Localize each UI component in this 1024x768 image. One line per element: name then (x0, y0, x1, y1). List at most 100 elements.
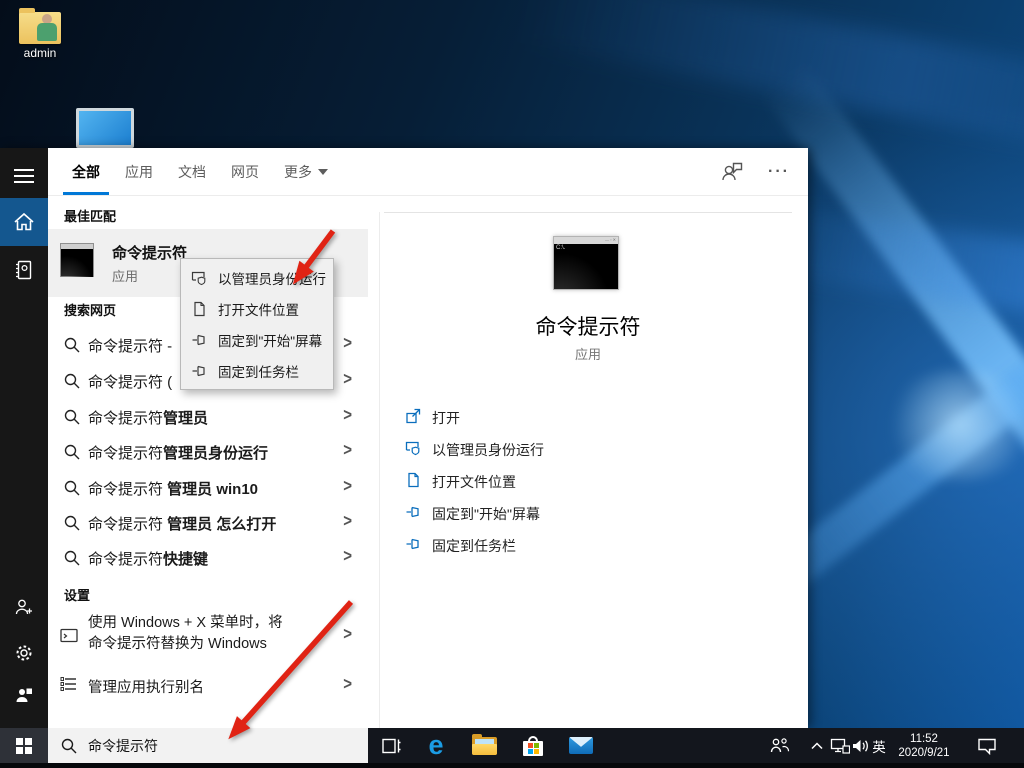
file-location-icon (191, 301, 207, 317)
people-icon (769, 737, 791, 754)
feedback-button[interactable] (0, 671, 48, 719)
file-location-icon (405, 472, 421, 488)
settings-result-row[interactable]: 管理应用执行别名 > (48, 668, 368, 704)
home-icon (13, 211, 35, 233)
mail-icon (569, 737, 593, 754)
store-button[interactable] (520, 728, 546, 763)
pin-icon (191, 332, 207, 348)
best-match-subtitle: 应用 (112, 266, 138, 285)
context-menu-run-as-admin[interactable]: 以管理员身份运行 (181, 262, 333, 293)
section-header-best-match: 最佳匹配 (64, 206, 116, 225)
search-icon (64, 550, 80, 566)
journal-button[interactable] (0, 246, 48, 294)
tab-all[interactable]: 全部 (72, 162, 100, 182)
panel-divider-vertical (379, 212, 380, 728)
search-icon (64, 337, 80, 353)
web-suggestion-row[interactable]: 命令提示符快捷键 > (48, 540, 368, 576)
file-explorer-icon (472, 737, 497, 755)
file-explorer-button[interactable] (471, 728, 497, 763)
tray-expand-button[interactable] (807, 728, 827, 763)
web-suggestion-row[interactable]: 命令提示符管理员身份运行 > (48, 434, 368, 470)
search-content: 全部 应用 文档 网页 更多 ··· (48, 148, 808, 728)
account-button[interactable] (0, 583, 48, 631)
admin-shield-icon (405, 440, 421, 456)
settings-button[interactable] (0, 629, 48, 677)
action-open[interactable]: 打开 (388, 400, 788, 432)
panel-divider-horizontal (384, 212, 792, 213)
search-icon (64, 444, 80, 460)
network-button[interactable] (829, 728, 851, 763)
date-text: 2020/9/21 (898, 746, 949, 760)
web-suggestion-row[interactable]: 命令提示符 管理员 怎么打开 > (48, 505, 368, 541)
web-suggestion-row[interactable]: 命令提示符 管理员 win10 > (48, 470, 368, 506)
preview-app-subtitle: 应用 (388, 344, 788, 363)
web-suggestion-row[interactable]: 命令提示符管理员 > (48, 399, 368, 435)
search-icon (64, 480, 80, 496)
notification-bubble-icon (977, 736, 997, 755)
chevron-right-icon[interactable]: > (343, 675, 352, 695)
ime-indicator[interactable]: 英 (869, 728, 889, 763)
section-header-settings: 设置 (64, 585, 90, 604)
action-run-as-admin[interactable]: 以管理员身份运行 (388, 432, 788, 464)
user-figure-icon (36, 14, 58, 42)
chevron-right-icon[interactable]: > (343, 625, 352, 645)
people-button[interactable] (768, 728, 792, 763)
action-center-button[interactable] (974, 728, 1000, 763)
taskbar-search-input[interactable]: 命令提示符 (48, 728, 368, 763)
desktop-icon-admin-folder[interactable]: admin (8, 12, 72, 60)
search-left-rail (0, 148, 48, 728)
open-icon (405, 408, 421, 424)
chevron-right-icon[interactable]: > (343, 406, 352, 426)
mail-button[interactable] (568, 728, 594, 763)
context-menu-open-file-location[interactable]: 打开文件位置 (181, 293, 333, 324)
preview-app-title: 命令提示符 (388, 311, 788, 341)
settings-result-text: 使用 Windows + X 菜单时，将 命令提示符替换为 Windows (88, 613, 283, 655)
chevron-right-icon[interactable]: > (343, 334, 352, 354)
action-open-file-location[interactable]: 打开文件位置 (388, 464, 788, 496)
action-pin-to-taskbar[interactable]: 固定到任务栏 (388, 528, 788, 560)
context-menu-pin-to-start[interactable]: 固定到"开始"屏幕 (181, 324, 333, 355)
search-icon (64, 515, 80, 531)
feedback-bubble-icon[interactable] (720, 159, 746, 185)
admin-shield-icon (191, 270, 207, 286)
console-window-icon (60, 628, 78, 643)
chevron-right-icon[interactable]: > (343, 477, 352, 497)
search-tabbar: 全部 应用 文档 网页 更多 ··· (48, 148, 808, 196)
chevron-right-icon[interactable]: > (343, 441, 352, 461)
chevron-right-icon[interactable]: > (343, 370, 352, 390)
time-text: 11:52 (910, 732, 938, 746)
menu-button[interactable] (0, 152, 48, 200)
home-button[interactable] (0, 198, 48, 246)
tab-more[interactable]: 更多 (284, 162, 328, 182)
pin-icon (405, 536, 421, 552)
settings-result-text: 管理应用执行别名 (88, 676, 204, 697)
gear-icon (14, 643, 34, 663)
command-prompt-icon (60, 243, 94, 277)
context-menu-pin-to-taskbar[interactable]: 固定到任务栏 (181, 355, 333, 386)
context-menu: 以管理员身份运行 打开文件位置 固定到"开始"屏幕 (180, 258, 334, 390)
network-icon (830, 737, 850, 754)
start-button[interactable] (0, 728, 48, 763)
search-icon (61, 738, 77, 754)
search-flyout-window: 全部 应用 文档 网页 更多 ··· (0, 148, 808, 728)
taskbar-bottom-edge (0, 763, 1024, 768)
store-icon (522, 736, 544, 756)
desktop-icon-this-pc[interactable] (76, 108, 134, 152)
journal-icon (14, 260, 34, 280)
folder-icon (19, 12, 61, 44)
chevron-up-icon (810, 741, 824, 751)
selected-tab-underline (63, 192, 109, 195)
chevron-right-icon[interactable]: > (343, 547, 352, 567)
settings-result-row[interactable]: 使用 Windows + X 菜单时，将 命令提示符替换为 Windows > (48, 610, 368, 662)
tab-web[interactable]: 网页 (231, 162, 259, 182)
tab-apps[interactable]: 应用 (125, 162, 153, 182)
task-view-icon (381, 737, 402, 755)
more-options-icon[interactable]: ··· (768, 163, 790, 181)
tab-documents[interactable]: 文档 (178, 162, 206, 182)
task-view-button[interactable] (378, 728, 404, 763)
clock[interactable]: 11:52 2020/9/21 (893, 728, 955, 763)
desktop-icon-label: admin (8, 46, 72, 60)
edge-browser-button[interactable]: e (423, 728, 449, 763)
chevron-right-icon[interactable]: > (343, 512, 352, 532)
action-pin-to-start[interactable]: 固定到"开始"屏幕 (388, 496, 788, 528)
